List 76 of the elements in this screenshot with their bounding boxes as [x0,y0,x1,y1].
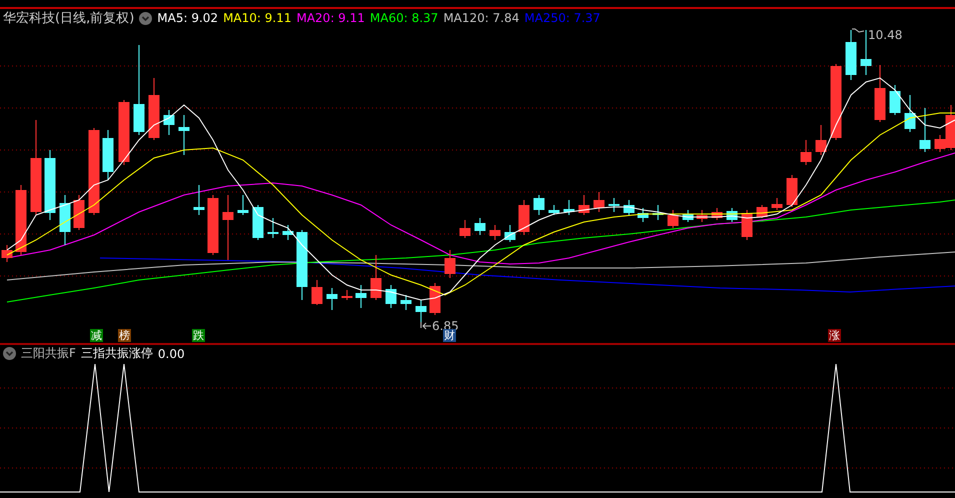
candlestick [60,195,70,245]
candlestick [268,218,278,238]
event-tag: 榜 [118,329,131,342]
candlestick [504,225,516,242]
candlestick [326,288,338,310]
pointer-arrow [420,322,432,330]
event-tag: 涨 [828,329,841,342]
indicator-value: MA20: 9.11 [296,11,365,25]
candlestick [74,195,84,230]
candlestick [712,208,722,220]
indicator-value: MA250: 7.37 [524,11,600,25]
candlestick [386,285,396,308]
candlestick [548,205,560,215]
candlestick [696,210,708,222]
candlestick [2,245,12,262]
candlestick [252,205,264,240]
candlestick [742,210,752,240]
candlestick [608,198,620,212]
candlestick [282,225,294,240]
dropdown-icon[interactable] [3,347,16,360]
candlestick [118,100,130,165]
candlestick [194,185,204,215]
candlestick [102,130,114,180]
indicator-value: 0.00 [158,346,185,360]
indicator-value: MA60: 8.37 [370,11,438,25]
candlestick [638,208,648,222]
candlestick [490,225,500,240]
candlestick [846,30,856,80]
candlestick [652,205,664,220]
candlestick [400,295,412,310]
panel-title: 三阳共振F [21,345,76,362]
indicator-value: MA120: 7.84 [443,11,520,25]
candlestick [668,210,678,228]
candlestick [726,208,738,222]
candlestick [430,283,440,315]
candlestick [238,195,248,215]
candlestick [416,300,426,322]
candlestick [874,65,886,122]
candlestick [444,250,456,278]
candlestick [904,95,916,132]
indicator-value: MA5: 9.02 [157,11,218,25]
candlestick [460,220,470,238]
candlestick [578,195,590,215]
event-tag: 财 [443,329,456,342]
candlestick [816,125,826,155]
candlestick [296,230,308,300]
chart-title: 华宏科技(日线,前复权) [3,10,134,27]
candlestick [594,192,604,212]
candlestick [370,255,382,300]
candlestick [148,78,160,140]
candlestick [16,185,26,255]
candlestick [356,285,366,308]
candlestick [474,218,486,235]
dropdown-icon[interactable] [139,12,152,24]
event-tag: 跌 [192,329,205,342]
candlestick [890,85,900,115]
candlestick [44,150,56,220]
candlestick [772,198,782,210]
candlestick [800,140,812,165]
candlestick [178,115,190,155]
candlestick [624,200,634,215]
candlestick [342,290,352,300]
candlestick [786,175,798,207]
candlestick [682,210,694,222]
candlestick [164,110,174,135]
indicator-name: 三指共振涨停 [80,345,153,362]
candlestick [518,200,530,235]
event-tag: 减 [90,329,103,342]
candlestick [564,200,574,215]
candlestick [222,195,234,260]
candlestick [208,195,218,255]
candlestick [534,195,544,215]
indicator-value: MA10: 9.11 [223,11,292,25]
price-label: 10.48 [868,28,902,42]
candlestick [312,280,322,305]
candlestick [920,108,930,152]
